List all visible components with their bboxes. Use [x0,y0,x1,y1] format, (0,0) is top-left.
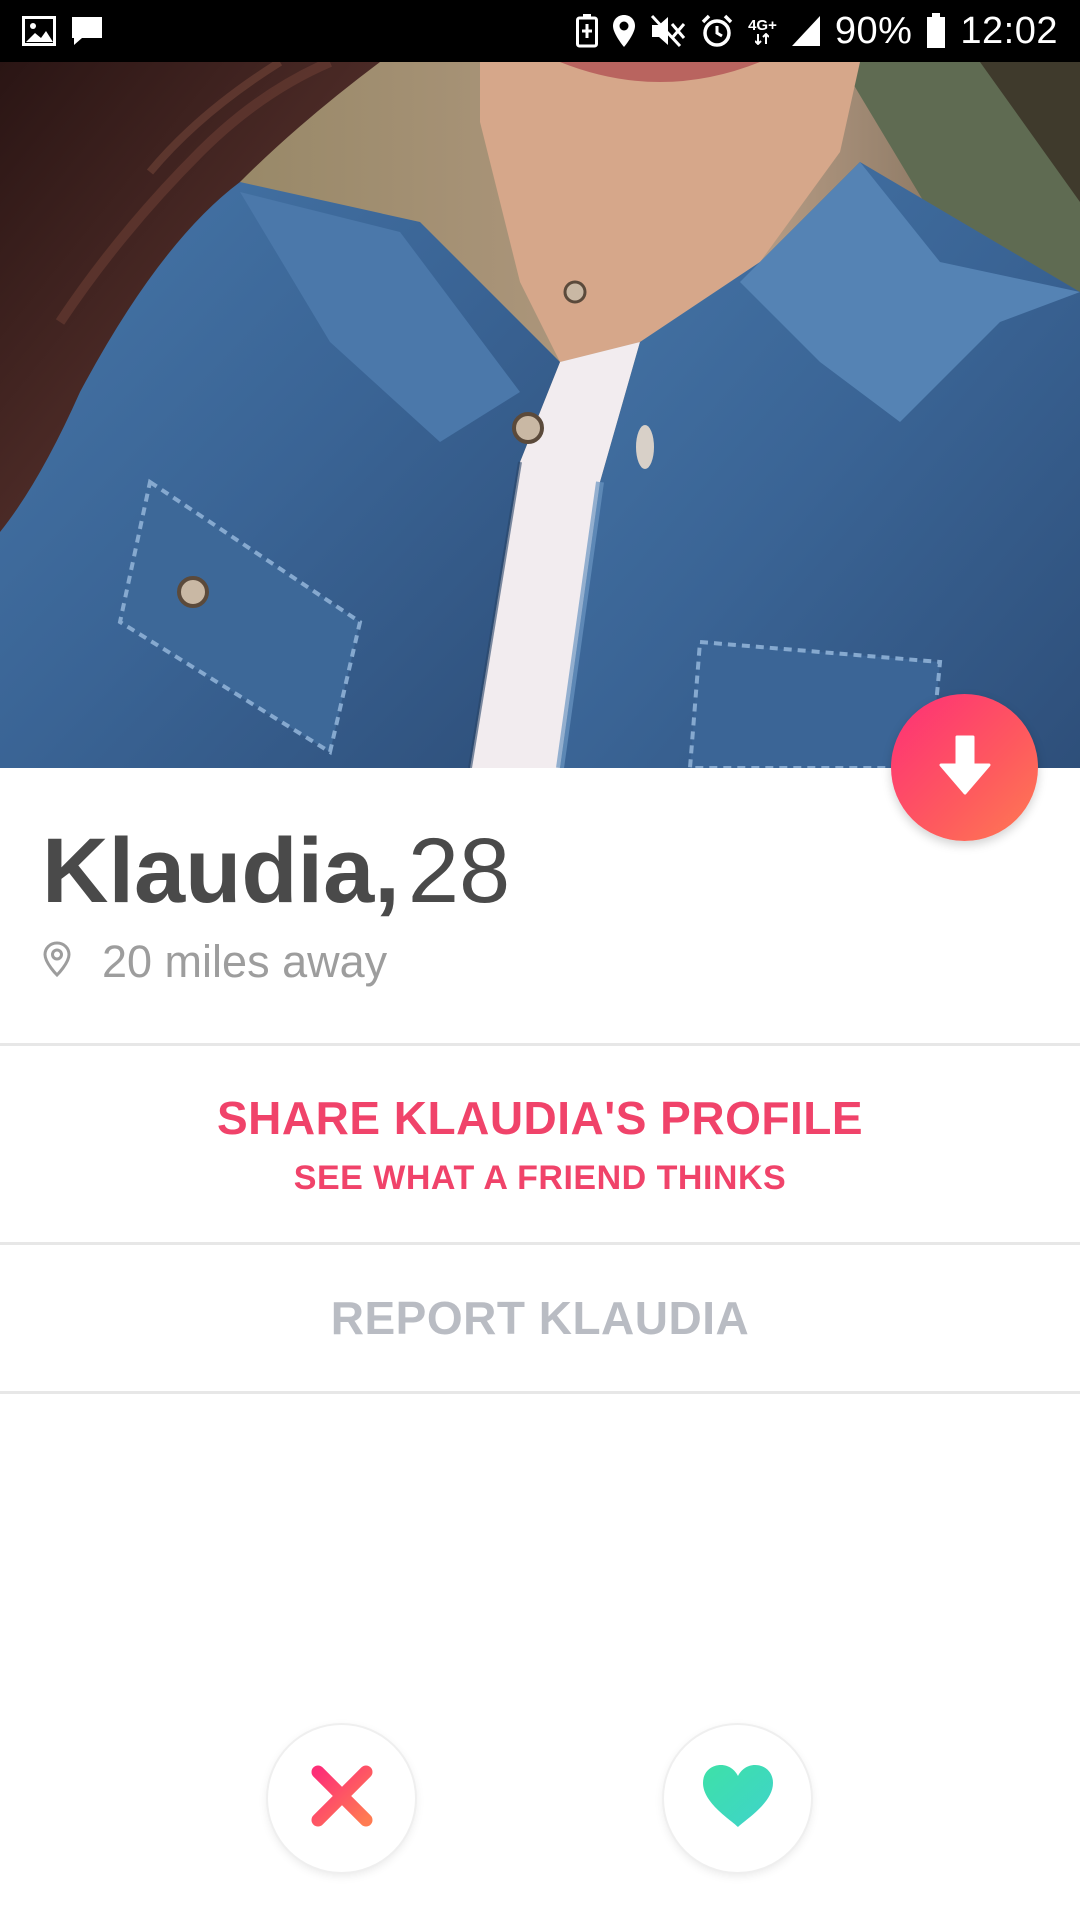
status-left [22,15,104,47]
battery-saver-icon [576,14,599,48]
profile-info: Klaudia,28 20 miles away [0,768,1080,1044]
share-profile-subtitle: SEE WHAT A FRIEND THINKS [293,1158,787,1197]
profile-name: Klaudia, [42,820,400,922]
network-4g-icon: 4G+ [748,18,777,45]
profile-photo[interactable] [0,62,1080,768]
report-button[interactable]: REPORT KLAUDIA [0,1245,1080,1390]
battery-icon [926,13,946,49]
alarm-icon [700,14,734,48]
clock: 12:02 [960,9,1058,52]
like-button[interactable] [664,1725,811,1872]
network-label: 4G+ [748,16,777,34]
signal-icon [791,15,821,47]
profile-distance: 20 miles away [42,936,387,988]
share-profile-title: SHARE KLAUDIA'S PROFILE [216,1091,864,1144]
distance-text: 20 miles away [102,936,388,987]
profile-photo-art [0,62,1080,768]
mute-icon [650,14,686,48]
divider [0,1391,1080,1394]
share-profile-button[interactable]: SHARE KLAUDIA'S PROFILE SEE WHAT A FRIEN… [0,1046,1080,1242]
gallery-icon [22,16,56,46]
location-icon [612,14,636,48]
close-x-icon [310,1764,374,1833]
battery-percent: 90% [834,9,913,52]
nope-button[interactable] [268,1725,415,1872]
status-right: 4G+ 90% 12:02 [576,10,1058,53]
location-pin-icon [42,936,72,988]
report-label: REPORT KLAUDIA [330,1291,750,1344]
profile-screen: 4G+ 90% 12:02 Klaudia,28 20 miles away S… [0,0,1080,1920]
status-bar: 4G+ 90% 12:02 [0,0,1080,62]
profile-age: 28 [407,820,511,922]
profile-name-age: Klaudia,28 [42,820,511,922]
message-icon [70,15,104,47]
heart-icon [701,1763,775,1834]
